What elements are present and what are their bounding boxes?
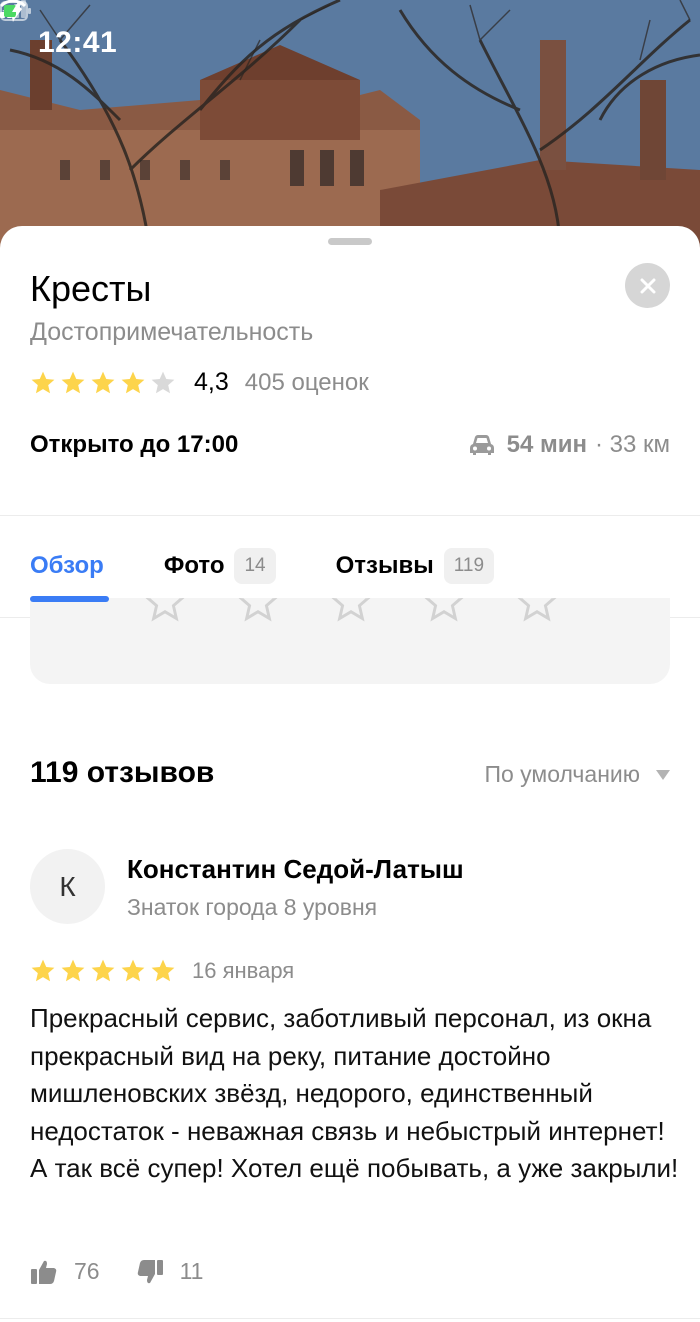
- star-icon: [151, 371, 175, 393]
- divider: [0, 515, 700, 516]
- star-icon: [91, 959, 115, 982]
- tab-active-indicator: [30, 596, 109, 602]
- review-stars: [30, 958, 176, 984]
- dislike-button[interactable]: 11: [136, 1258, 204, 1285]
- tab-overview-label: Обзор: [30, 552, 104, 579]
- battery-charging-icon: [0, 1, 31, 21]
- review-author-level: Знаток города 8 уровня: [127, 894, 378, 920]
- place-rating[interactable]: 4,3 405 оценок: [30, 368, 369, 397]
- sort-label: По умолчанию: [484, 761, 640, 787]
- car-icon: [469, 435, 494, 455]
- star-icon: [121, 371, 145, 393]
- rating-value: 4,3: [194, 368, 229, 396]
- place-photo[interactable]: 12:41: [0, 0, 700, 250]
- tab-reviews-label: Отзывы: [335, 552, 434, 579]
- dislike-count: 11: [179, 1258, 204, 1284]
- rate-place-card: [30, 598, 670, 684]
- review-text: Прекрасный сервис, заботливый персонал, …: [30, 1003, 679, 1183]
- reviews-count: 119 отзывов: [30, 756, 215, 789]
- star-icon: [31, 371, 55, 393]
- star-icon: [31, 959, 55, 982]
- sort-dropdown[interactable]: По умолчанию: [484, 761, 670, 788]
- close-icon: [640, 278, 655, 293]
- route-button[interactable]: 54 мин · 33 км: [469, 431, 670, 459]
- opening-hours[interactable]: Открыто до 17:00: [30, 431, 238, 459]
- like-count: 76: [74, 1258, 100, 1284]
- rate-star-1-icon[interactable]: [143, 598, 187, 624]
- avatar[interactable]: К: [30, 849, 105, 924]
- star-icon: [121, 959, 145, 982]
- route-time: 54 мин: [506, 431, 587, 458]
- tab-photo[interactable]: Фото 14: [164, 546, 276, 586]
- rating-count: 405 оценок: [244, 368, 369, 396]
- rate-star-5-icon[interactable]: [515, 598, 559, 624]
- tab-overview[interactable]: Обзор: [30, 546, 104, 586]
- rate-star-2-icon[interactable]: [236, 598, 280, 624]
- place-category: Достопримечательность: [30, 318, 314, 346]
- rate-star-4-icon[interactable]: [422, 598, 466, 624]
- thumbs-up-icon: [31, 1260, 57, 1284]
- review-rating: 16 января: [30, 958, 294, 984]
- tab-photo-badge: 14: [234, 548, 276, 584]
- rate-star-3-icon[interactable]: [329, 598, 373, 624]
- tab-bar: Обзор Фото 14 Отзывы 119: [30, 546, 495, 586]
- tab-reviews[interactable]: Отзывы 119: [335, 546, 495, 586]
- review-divider: [0, 1318, 700, 1319]
- caret-down-icon: [656, 769, 670, 780]
- rating-stars: [30, 370, 176, 396]
- star-icon: [61, 959, 85, 982]
- star-icon: [91, 371, 115, 393]
- sheet-grabber[interactable]: [328, 238, 372, 245]
- tab-reviews-badge: 119: [443, 548, 495, 584]
- status-bar: 12:41: [0, 0, 700, 88]
- star-icon: [61, 371, 85, 393]
- close-button[interactable]: [625, 263, 670, 308]
- status-time: 12:41: [38, 26, 118, 59]
- place-card-sheet: Кресты Достопримечательность 4,3 405 оце…: [0, 226, 700, 1322]
- tab-photo-label: Фото: [163, 552, 225, 579]
- place-title: Кресты: [30, 268, 152, 309]
- star-icon: [151, 959, 175, 982]
- thumbs-down-icon: [137, 1259, 163, 1283]
- review-date: 16 января: [192, 958, 295, 983]
- route-distance: · 33 км: [594, 431, 670, 458]
- review-reactions: 76 11: [30, 1258, 203, 1285]
- review-author[interactable]: Константин Седой-Латыш: [127, 854, 464, 885]
- like-button[interactable]: 76: [30, 1258, 100, 1285]
